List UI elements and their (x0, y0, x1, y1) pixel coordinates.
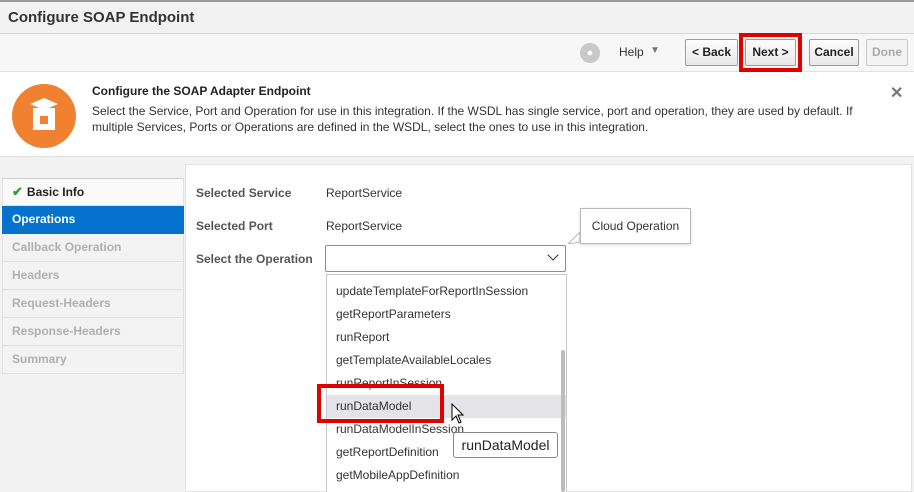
wizard-nav: ✔ Basic Info Operations Callback Operatio… (2, 178, 184, 374)
operation-select[interactable] (325, 245, 566, 272)
nav-item-label: Basic Info (26, 185, 85, 199)
cancel-button[interactable]: Cancel (809, 39, 859, 66)
dropdown-option[interactable]: updateTemplateForReportInSession (327, 280, 566, 303)
service-value: ReportService (326, 186, 403, 200)
port-value: ReportService (326, 219, 403, 233)
service-label: Selected Service (196, 186, 292, 200)
caret-down-icon[interactable]: ▼ (650, 45, 660, 56)
nav-item-headers: Headers (2, 262, 184, 290)
help-menu-label[interactable]: Help (619, 45, 644, 59)
cloud-operation-tooltip: Cloud Operation (580, 208, 691, 244)
dropdown-option[interactable]: getTemplateAvailableLocales (327, 349, 566, 372)
dropdown-scrollbar[interactable] (561, 350, 565, 492)
user-icon[interactable]: ● (580, 43, 600, 63)
window-title: Configure SOAP Endpoint (8, 9, 195, 26)
adapter-icon (12, 84, 76, 148)
banner-title: Configure the SOAP Adapter Endpoint (92, 84, 311, 98)
nav-item-operations[interactable]: Operations (2, 206, 184, 234)
check-icon: ✔ (12, 184, 23, 199)
operation-label: Select the Operation (196, 252, 313, 266)
nav-item-basic-info[interactable]: ✔ Basic Info (2, 178, 184, 206)
nav-item-summary: Summary (2, 346, 184, 374)
chevron-down-icon (547, 249, 559, 261)
dropdown-option[interactable]: getMobileAppDefinition (327, 464, 566, 487)
done-button: Done (866, 39, 908, 66)
dropdown-option[interactable]: getReportParameters (327, 303, 566, 326)
run-data-model-highlight (317, 384, 444, 423)
mouse-cursor-icon (451, 403, 465, 424)
window-titlebar: Configure SOAP Endpoint (0, 0, 914, 34)
port-label: Selected Port (196, 219, 273, 233)
banner-text: Select the Service, Port and Operation f… (92, 104, 853, 134)
tooltip-tail (568, 232, 580, 244)
dropdown-option[interactable]: runReport (327, 326, 566, 349)
nav-item-request-headers: Request-Headers (2, 290, 184, 318)
operation-dropdown-list[interactable]: updateTemplateForReportInSession getRepo… (326, 274, 567, 492)
nav-item-callback-operation: Callback Operation (2, 234, 184, 262)
option-hover-tooltip: runDataModel (453, 432, 558, 458)
close-icon[interactable]: ✕ (890, 83, 903, 103)
next-button-highlight (739, 33, 802, 72)
nav-item-response-headers: Response-Headers (2, 318, 184, 346)
back-button[interactable]: < Back (685, 39, 738, 66)
info-banner: Configure the SOAP Adapter Endpoint Sele… (0, 73, 914, 157)
